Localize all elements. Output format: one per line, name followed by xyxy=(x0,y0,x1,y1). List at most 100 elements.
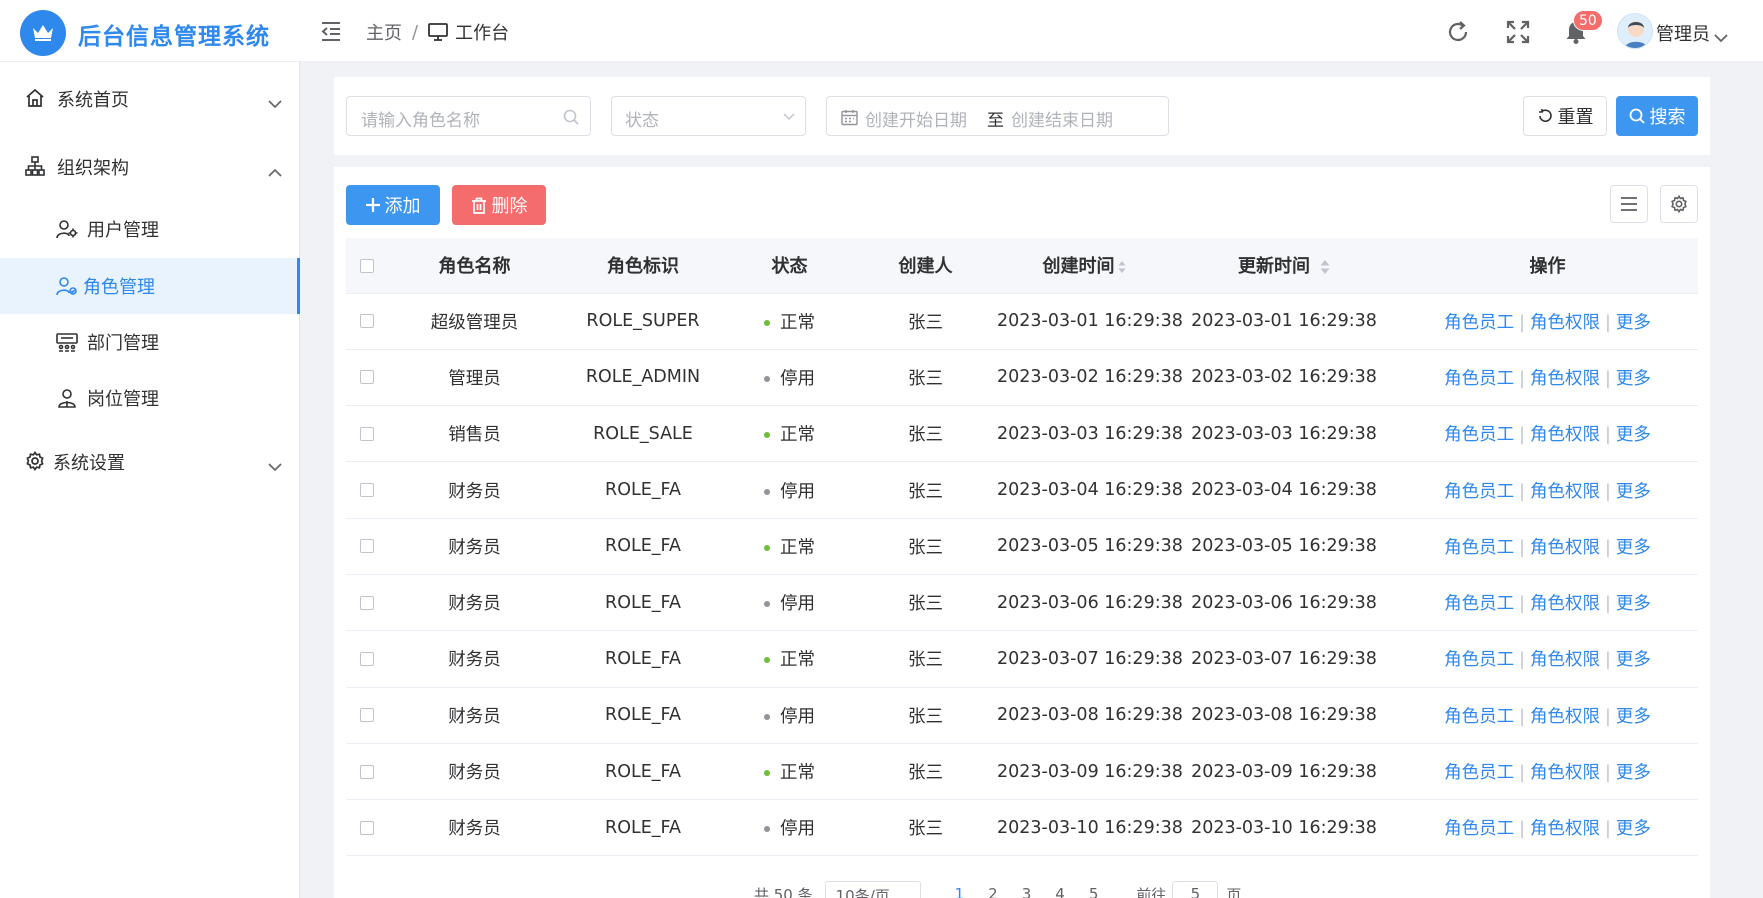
sidebar-item-position-management[interactable]: 岗位管理 xyxy=(0,370,300,426)
user-name[interactable]: 管理员 xyxy=(1656,20,1710,46)
sidebar-item-organization[interactable]: 组织架构 xyxy=(0,139,300,193)
role-staff-link[interactable]: 角色员工 xyxy=(1444,650,1514,670)
role-name-placeholder: 请输入角色名称 xyxy=(361,111,480,131)
updated-time-cell: 2023-03-06 16:29:38 xyxy=(1171,574,1397,632)
more-link[interactable]: 更多 xyxy=(1616,650,1651,670)
creator-cell: 张三 xyxy=(854,461,997,519)
page-size-select[interactable]: 10条/页 xyxy=(824,881,921,898)
role-key-cell: ROLE_FA xyxy=(561,574,725,632)
row-checkbox[interactable] xyxy=(360,708,374,723)
role-permission-link[interactable]: 角色权限 xyxy=(1530,538,1600,558)
reset-button[interactable]: 重置 xyxy=(1523,96,1607,136)
delete-button[interactable]: 删除 xyxy=(452,185,546,225)
more-link[interactable]: 更多 xyxy=(1616,594,1651,614)
page-3[interactable]: 3 xyxy=(1022,885,1032,898)
role-permission-link[interactable]: 角色权限 xyxy=(1530,650,1600,670)
row-checkbox[interactable] xyxy=(360,539,374,554)
more-link[interactable]: 更多 xyxy=(1616,313,1651,333)
reset-button-label: 重置 xyxy=(1557,107,1594,128)
row-checkbox[interactable] xyxy=(360,820,374,835)
role-staff-link[interactable]: 角色员工 xyxy=(1444,763,1514,783)
search-button[interactable]: 搜索 xyxy=(1616,96,1698,136)
row-checkbox[interactable] xyxy=(360,483,374,498)
role-permission-link[interactable]: 角色权限 xyxy=(1530,482,1600,502)
status-select[interactable]: 状态 xyxy=(611,96,806,136)
more-link[interactable]: 更多 xyxy=(1616,819,1651,839)
creator-cell: 张三 xyxy=(854,799,997,857)
updated-time-cell: 2023-03-07 16:29:38 xyxy=(1171,630,1397,688)
role-permission-link[interactable]: 角色权限 xyxy=(1530,763,1600,783)
date-range-picker[interactable]: 创建开始日期 至 创建结束日期 xyxy=(826,96,1169,136)
role-staff-link[interactable]: 角色员工 xyxy=(1444,819,1514,839)
sidebar-item-settings[interactable]: 系统设置 xyxy=(0,434,300,488)
avatar[interactable] xyxy=(1617,13,1653,49)
role-permission-link[interactable]: 角色权限 xyxy=(1530,425,1600,445)
table-settings-button[interactable] xyxy=(1660,185,1698,223)
end-date-placeholder[interactable]: 创建结束日期 xyxy=(1011,106,1113,131)
column-header-created-time[interactable]: 创建时间 xyxy=(997,238,1171,294)
more-link[interactable]: 更多 xyxy=(1616,482,1651,502)
breadcrumb-home[interactable]: 主页 xyxy=(366,19,402,45)
creator-cell: 张三 xyxy=(854,630,997,688)
role-name-cell: 管理员 xyxy=(388,349,561,407)
more-link[interactable]: 更多 xyxy=(1616,763,1651,783)
sidebar-item-home[interactable]: 系统首页 xyxy=(0,71,300,125)
sidebar-item-department-management[interactable]: 部门管理 xyxy=(0,314,300,370)
page-1[interactable]: 1 xyxy=(955,885,965,898)
select-all-checkbox[interactable] xyxy=(360,258,374,273)
sidebar-item-role-management[interactable]: 角色管理 xyxy=(0,258,300,314)
role-staff-link[interactable]: 角色员工 xyxy=(1444,482,1514,502)
row-checkbox[interactable] xyxy=(360,764,374,779)
sort-icon[interactable] xyxy=(1118,260,1126,274)
start-date-placeholder[interactable]: 创建开始日期 xyxy=(865,106,967,131)
role-staff-link[interactable]: 角色员工 xyxy=(1444,313,1514,333)
page-4[interactable]: 4 xyxy=(1055,885,1065,898)
role-staff-link[interactable]: 角色员工 xyxy=(1444,538,1514,558)
row-select-cell xyxy=(346,799,388,857)
sort-icon[interactable] xyxy=(1320,259,1330,275)
role-name-search-input[interactable]: 请输入角色名称 xyxy=(346,96,591,136)
page-size-label: 10条/页 xyxy=(835,887,890,898)
role-permission-link[interactable]: 角色权限 xyxy=(1530,313,1600,333)
row-checkbox[interactable] xyxy=(360,426,374,441)
page-5[interactable]: 5 xyxy=(1089,885,1099,898)
row-checkbox[interactable] xyxy=(360,595,374,610)
role-permission-link[interactable]: 角色权限 xyxy=(1530,707,1600,727)
goto-page-input[interactable]: 5 xyxy=(1172,881,1219,898)
table-row: 超级管理员 ROLE_SUPER 正常 张三 2023-03-01 16:29:38 20… xyxy=(346,293,1698,350)
role-permission-link[interactable]: 角色权限 xyxy=(1530,819,1600,839)
role-staff-link[interactable]: 角色员工 xyxy=(1444,425,1514,445)
sidebar-collapse-icon[interactable] xyxy=(319,19,343,43)
column-header-updated-time[interactable]: 更新时间 xyxy=(1171,238,1397,294)
column-density-button[interactable] xyxy=(1610,185,1648,223)
sidebar-item-user-management[interactable]: 用户管理 xyxy=(0,201,300,257)
action-divider: | xyxy=(1605,650,1611,671)
role-permission-link[interactable]: 角色权限 xyxy=(1530,594,1600,614)
role-staff-link[interactable]: 角色员工 xyxy=(1444,594,1514,614)
status-cell: 正常 xyxy=(725,743,854,801)
role-permission-link[interactable]: 角色权限 xyxy=(1530,369,1600,389)
fullscreen-icon[interactable] xyxy=(1505,19,1531,45)
add-button-label: 添加 xyxy=(384,196,421,217)
more-link[interactable]: 更多 xyxy=(1616,369,1651,389)
refresh-icon[interactable] xyxy=(1445,19,1471,45)
chevron-down-icon[interactable] xyxy=(1714,27,1728,48)
more-link[interactable]: 更多 xyxy=(1616,538,1651,558)
status-dot xyxy=(764,713,770,720)
role-staff-link[interactable]: 角色员工 xyxy=(1444,369,1514,389)
row-checkbox[interactable] xyxy=(360,370,374,385)
updated-time-cell: 2023-03-03 16:29:38 xyxy=(1171,405,1397,463)
column-header-label: 创建时间 xyxy=(1042,256,1115,278)
page-2[interactable]: 2 xyxy=(988,885,998,898)
column-header-role-name: 角色名称 xyxy=(388,238,561,294)
actions-cell: 角色员工 | 角色权限 | 更多 xyxy=(1397,349,1698,407)
status-dot xyxy=(764,544,770,551)
more-link[interactable]: 更多 xyxy=(1616,425,1651,445)
org-chart-icon xyxy=(25,156,45,181)
add-button[interactable]: 添加 xyxy=(346,185,440,225)
row-select-cell xyxy=(346,518,388,575)
more-link[interactable]: 更多 xyxy=(1616,707,1651,727)
row-checkbox[interactable] xyxy=(360,314,374,329)
row-checkbox[interactable] xyxy=(360,651,374,666)
role-staff-link[interactable]: 角色员工 xyxy=(1444,707,1514,727)
